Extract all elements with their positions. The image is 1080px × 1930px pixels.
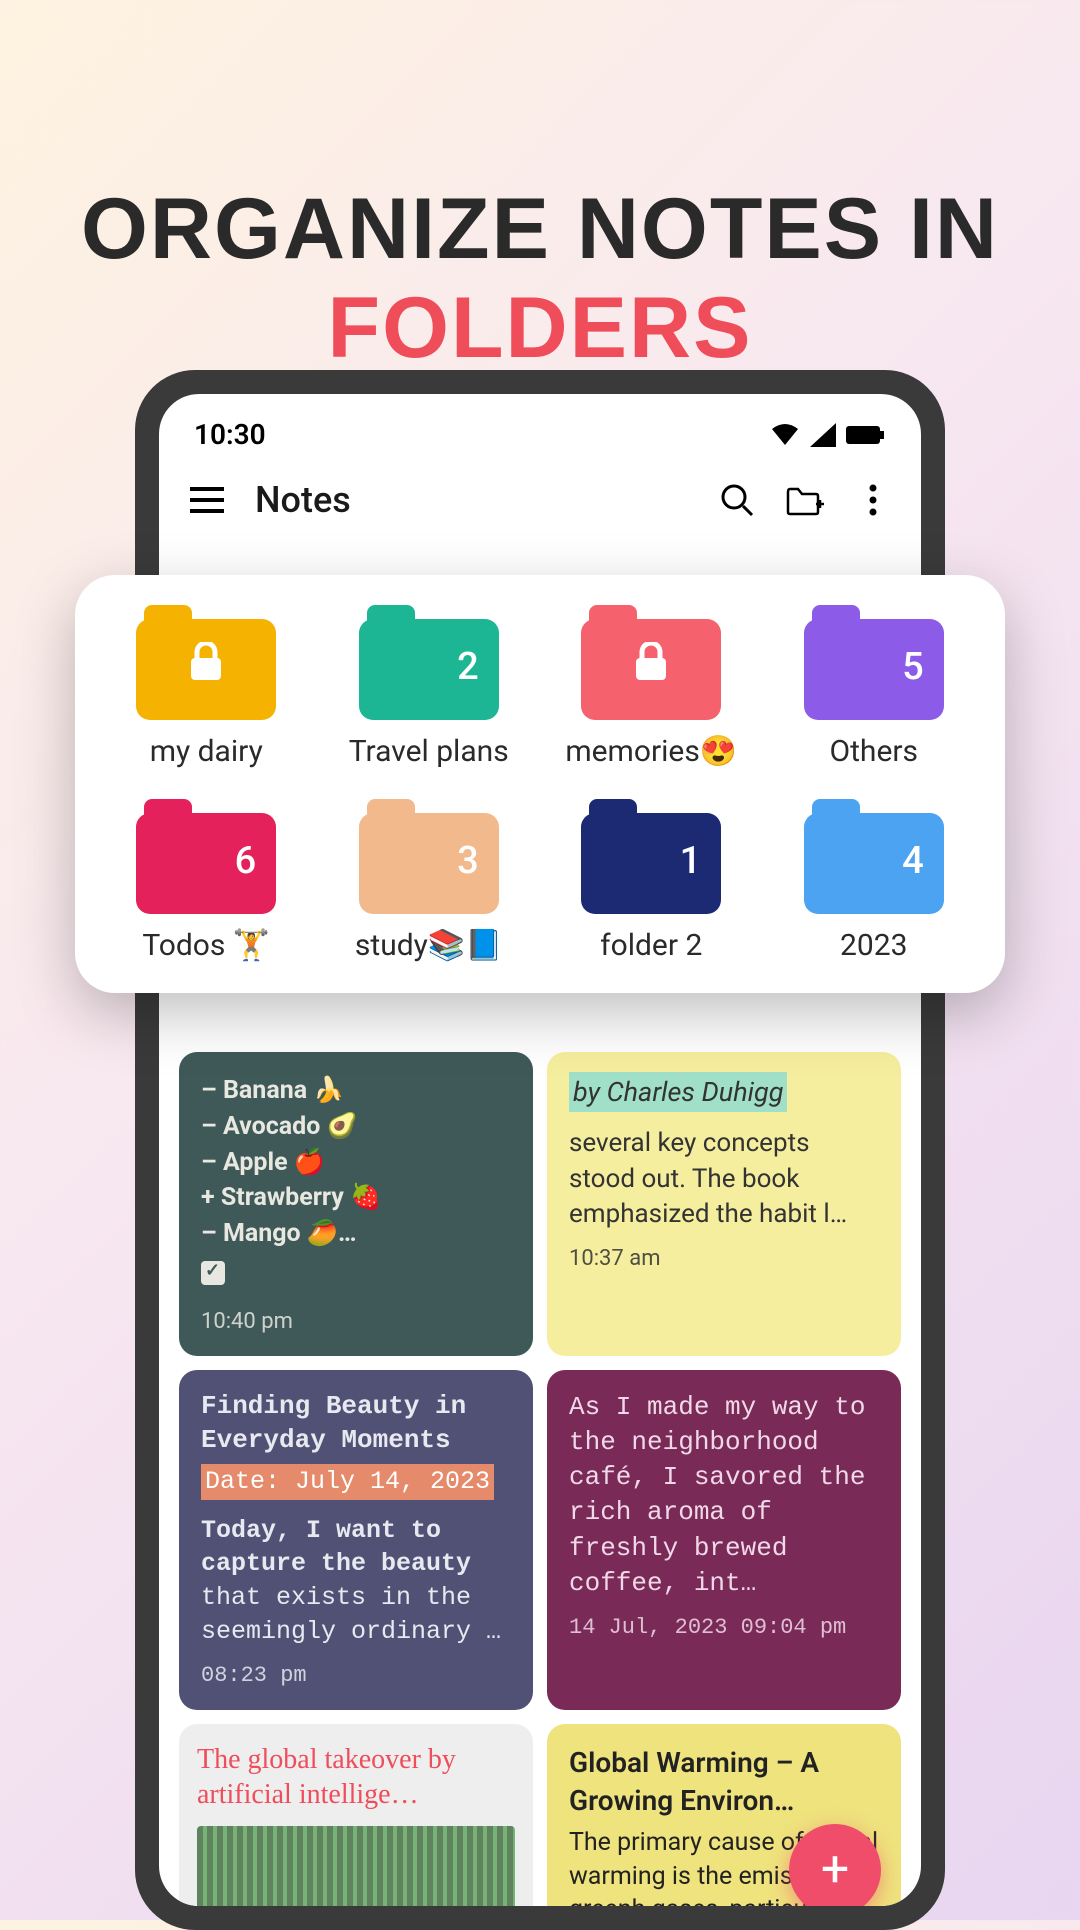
folder-label: 2023 [840, 928, 907, 963]
folder-count: 6 [235, 839, 257, 883]
folder-icon: 3 [359, 799, 499, 914]
note-title: The global takeover by artificial intell… [197, 1742, 515, 1812]
folder-item[interactable]: 2 Travel plans [323, 605, 536, 769]
note-date: Date: July 14, 2023 [201, 1464, 494, 1500]
note-line: – Apple 🍎 [201, 1146, 511, 1180]
note-time: 10:40 pm [201, 1307, 511, 1337]
note-body: several key concepts stood out. The book… [569, 1126, 879, 1231]
menu-icon[interactable] [187, 480, 227, 520]
note-line: – Avocado 🥑 [201, 1110, 511, 1144]
folder-icon: 6 [136, 799, 276, 914]
note-image [197, 1826, 515, 1906]
lock-icon [189, 642, 223, 692]
folder-icon: 2 [359, 605, 499, 720]
folder-count: 4 [902, 839, 924, 883]
note-card[interactable]: The global takeover by artificial intell… [179, 1724, 533, 1906]
new-folder-icon[interactable] [785, 480, 825, 520]
folder-item[interactable]: 3 study📚📘 [323, 799, 536, 963]
note-title: Finding Beauty in Everyday Moments [201, 1390, 511, 1458]
status-bar: 10:30 [159, 394, 921, 461]
folder-count: 3 [457, 839, 479, 883]
folder-item[interactable]: 1 folder 2 [545, 799, 758, 963]
more-icon[interactable] [853, 480, 893, 520]
battery-icon [846, 424, 886, 446]
folder-icon: 1 [581, 799, 721, 914]
page-title: Notes [255, 479, 689, 521]
folder-count: 5 [902, 645, 924, 689]
folder-count: 2 [457, 645, 479, 689]
lock-icon [634, 642, 668, 692]
note-title: Global Warming – A Growing Environ… [569, 1744, 879, 1820]
folder-label: Others [829, 734, 918, 769]
folders-panel: my dairy 2 Travel plans memories😍 5 Others 6 To… [75, 575, 1005, 993]
note-body: Today, I want to capture the beauty that… [201, 1514, 511, 1649]
promo-headline: ORGANIZE NOTES IN FOLDERS [0, 0, 1080, 378]
folder-item[interactable]: 6 Todos 🏋️ [100, 799, 313, 963]
note-author: by Charles Duhigg [569, 1072, 787, 1112]
note-line: – Mango 🥭… [201, 1217, 511, 1251]
note-time: 10:37 am [569, 1244, 879, 1274]
checkbox-icon [201, 1261, 225, 1285]
note-body: As I made my way to the neighborhood caf… [569, 1390, 879, 1601]
note-time: 14 Jul, 2023 09:04 pm [569, 1613, 879, 1643]
app-header: Notes [159, 461, 921, 539]
note-line: – Banana 🍌 [201, 1074, 511, 1108]
folder-label: folder 2 [600, 928, 702, 963]
signal-icon [810, 423, 836, 447]
status-time: 10:30 [194, 418, 266, 451]
note-card[interactable]: As I made my way to the neighborhood caf… [547, 1370, 901, 1710]
folder-item[interactable]: 4 2023 [768, 799, 981, 963]
folder-label: Travel plans [349, 734, 509, 769]
note-card[interactable]: Finding Beauty in Everyday Moments Date:… [179, 1370, 533, 1710]
plus-icon: + [821, 1841, 849, 1899]
folder-icon [136, 605, 276, 720]
folder-item[interactable]: my dairy [100, 605, 313, 769]
search-icon[interactable] [717, 480, 757, 520]
note-line: + Strawberry 🍓 [201, 1181, 511, 1215]
folder-item[interactable]: memories😍 [545, 605, 758, 769]
folder-label: study📚📘 [355, 928, 503, 963]
note-time: 08:23 pm [201, 1661, 511, 1691]
status-icons [770, 423, 886, 447]
headline-part2: FOLDERS [328, 280, 753, 376]
wifi-icon [770, 423, 800, 447]
folder-icon: 4 [804, 799, 944, 914]
note-card[interactable]: by Charles Duhigg several key concepts s… [547, 1052, 901, 1356]
folder-item[interactable]: 5 Others [768, 605, 981, 769]
folder-icon [581, 605, 721, 720]
add-note-button[interactable]: + [789, 1824, 881, 1906]
folder-count: 1 [680, 839, 702, 883]
folder-icon: 5 [804, 605, 944, 720]
headline-part1: ORGANIZE NOTES IN [81, 181, 999, 277]
note-card[interactable]: – Banana 🍌 – Avocado 🥑 – Apple 🍎 + Straw… [179, 1052, 533, 1356]
folder-label: Todos 🏋️ [142, 928, 270, 963]
folder-label: memories😍 [565, 734, 737, 769]
folder-label: my dairy [150, 734, 263, 769]
